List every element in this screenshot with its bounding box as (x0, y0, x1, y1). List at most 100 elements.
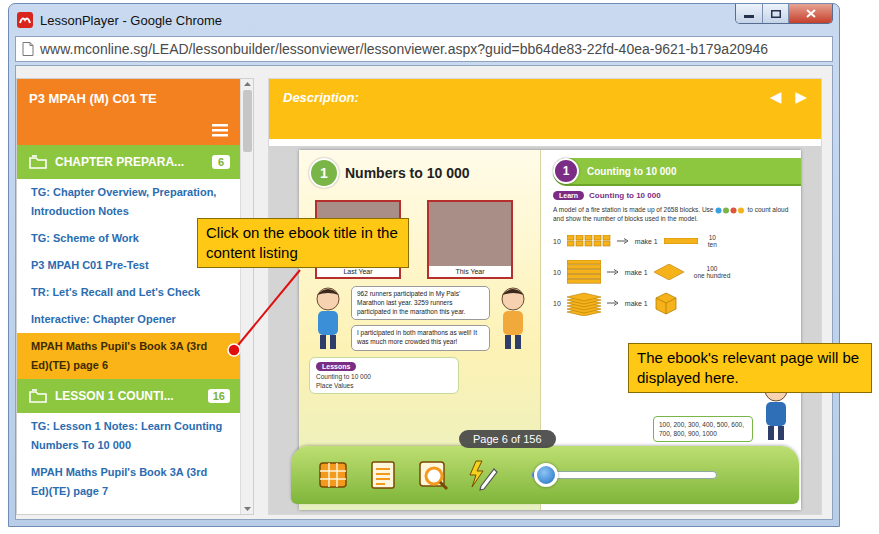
counters-icon (715, 207, 745, 214)
value-word: ten (708, 241, 717, 248)
description-label: Description: (283, 90, 359, 105)
place-value-row: 10make 110ten (553, 228, 801, 254)
zoom-button[interactable] (417, 459, 449, 491)
lesson-title: Counting to 10 000 (587, 166, 676, 177)
previous-button[interactable]: ◀ (770, 90, 782, 105)
section-header[interactable]: CHAPTER PREPARA... 6 (17, 145, 240, 179)
zoom-icon (417, 459, 449, 491)
sequence-box: 100, 200, 300, 400, 500, 600, 700, 800, … (653, 416, 753, 442)
photo-caption: This Year (429, 266, 511, 277)
content-sidebar: P3 MPAH (M) C01 TE CHAPTER PREPARA... 6 TG:… (16, 78, 254, 515)
section-title: LESSON 1 COUNTI... (55, 389, 200, 403)
hundred-flats-icon (567, 290, 601, 316)
contents-button[interactable] (317, 459, 349, 491)
lessons-tag: Lessons (316, 362, 356, 371)
sidebar-item[interactable]: MPAH Maths Pupil's Book 3A (3rd Ed)(TE) … (17, 333, 240, 379)
window-controls (735, 4, 833, 24)
thousand-cube-icon (654, 291, 678, 315)
description-bar: Description:◀▶ (269, 79, 821, 139)
value-number: 10 (709, 234, 716, 241)
chapter-badge: 1 (309, 158, 339, 188)
hundred-flat-icon (654, 264, 684, 280)
folder-icon (29, 389, 47, 403)
title-bar: LessonPlayer - Google Chrome (15, 4, 833, 36)
boy-figure-icon (309, 285, 347, 351)
notes-icon (367, 459, 399, 491)
intro-text: A model of a fire station is made up of … (553, 205, 801, 223)
speech-bubbles: 962 runners participated in My Pals' Mar… (351, 286, 490, 351)
row-make: make 1 (635, 238, 658, 245)
minimize-icon (744, 10, 754, 18)
section-count-badge: 16 (208, 389, 230, 403)
page-content: P3 MPAH (M) C01 TE CHAPTER PREPARA... 6 TG:… (15, 65, 833, 520)
menu-icon[interactable] (212, 124, 228, 137)
content-listing: P3 MPAH (M) C01 TE CHAPTER PREPARA... 6 TG:… (17, 79, 240, 514)
sidebar-item[interactable]: MPAH Maths Pupil's Book 3A (3rd Ed)(TE) … (17, 459, 240, 505)
ten-rods-icon (567, 260, 601, 284)
row-make: make 1 (625, 269, 648, 276)
row-count: 10 (553, 238, 561, 245)
sidebar-header: P3 MPAH (M) C01 TE (17, 79, 240, 145)
course-title: P3 MPAH (M) C01 TE (29, 91, 228, 106)
photo-frame: This Year (427, 200, 513, 279)
notes-button[interactable] (367, 459, 399, 491)
lesson-line: Place Values (316, 382, 452, 389)
close-icon (806, 9, 816, 18)
row-count: 10 (553, 300, 561, 307)
chapter-title: Numbers to 10 000 (345, 165, 470, 181)
value-word: one hundred (694, 272, 731, 279)
lesson-viewer: Description:◀▶1Numbers to 10 000Last Yea… (268, 78, 822, 515)
callout-note: The ebook's relevant page will be displa… (628, 343, 872, 393)
address-bar[interactable]: www.mconline.sg/LEAD/lessonbuilder/lesso… (15, 36, 833, 62)
slider-knob[interactable] (534, 463, 558, 487)
maximize-button[interactable] (762, 4, 788, 23)
sidebar-item[interactable]: Interactive: Chapter Opener (17, 306, 240, 333)
section-title: CHAPTER PREPARA... (55, 155, 204, 169)
url-text: www.mconline.sg/LEAD/lessonbuilder/lesso… (40, 41, 768, 57)
arrow-icon (617, 238, 629, 244)
arrow-icon (607, 300, 619, 306)
window-title: LessonPlayer - Google Chrome (40, 13, 222, 28)
learn-title: Counting to 10 000 (589, 191, 661, 200)
crowd-photo (429, 202, 511, 266)
dialogue-area: 962 runners participated in My Pals' Mar… (309, 285, 532, 351)
lesson-line: Counting to 10 000 (316, 373, 452, 380)
arrow-icon (607, 269, 619, 275)
pencil-icon (467, 459, 499, 491)
maximize-icon (771, 10, 781, 18)
slider-track (531, 471, 717, 479)
page-indicator: Page 6 of 156 (459, 430, 556, 448)
girl-figure-icon (494, 285, 532, 351)
row-make: make 1 (625, 300, 648, 307)
section-header[interactable]: LESSON 1 COUNTI... 16 (17, 379, 240, 413)
sidebar-item[interactable]: TG: Lesson 1 Notes: Learn Counting Numbe… (17, 413, 240, 459)
section-count-badge: 6 (212, 155, 230, 169)
sidebar-item[interactable]: TR: Let's Recall and Let's Check (17, 279, 240, 306)
grid-icon (317, 459, 349, 491)
next-button[interactable]: ▶ (795, 90, 807, 105)
scroll-up-icon[interactable] (244, 82, 251, 86)
app-logo-icon (17, 12, 33, 28)
annotate-button[interactable] (467, 459, 499, 491)
speech-bubble: I participated in both marathons as well… (351, 325, 490, 351)
navigation-arrows: ◀▶ (770, 90, 807, 105)
sidebar-scrollbar[interactable] (240, 79, 253, 514)
row-value: 100one hundred (694, 265, 731, 279)
callout-pointer-icon (0, 0, 879, 534)
page-icon (22, 42, 34, 56)
close-button[interactable] (788, 4, 832, 23)
lessons-box: Lessons Counting to 10 000 Place Values (309, 357, 459, 394)
row-count: 10 (553, 269, 561, 276)
browser-window: LessonPlayer - Google Chrome www.mconline… (8, 3, 840, 527)
learn-row: Learn Counting to 10 000 (553, 191, 801, 200)
scroll-thumb[interactable] (243, 90, 252, 152)
screen: LessonPlayer - Google Chrome www.mconline… (0, 0, 879, 534)
place-value-row: 10 make 1 100one hundred (553, 259, 801, 285)
folder-icon (29, 155, 47, 169)
learn-tag: Learn (553, 191, 584, 200)
ebook-viewer: 1Numbers to 10 000Last YearThis Year962 … (269, 146, 821, 514)
minimize-button[interactable] (736, 4, 762, 23)
ten-rod-icon (664, 238, 698, 244)
scroll-down-icon[interactable] (244, 507, 251, 511)
page-slider[interactable] (531, 462, 717, 488)
